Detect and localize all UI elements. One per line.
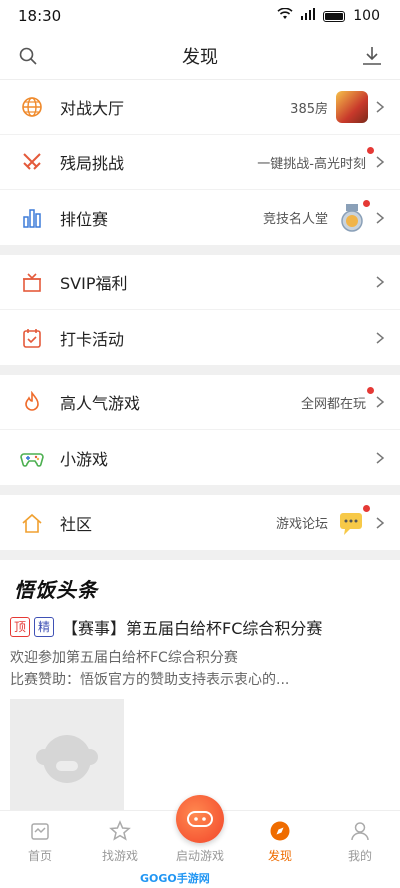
notification-dot [363, 199, 370, 207]
tab-label: 首页 [27, 849, 52, 863]
home-icon [20, 511, 44, 535]
menu-group-popular: 高人气游戏 全网都在玩 小游戏 [0, 375, 400, 485]
search-icon[interactable] [16, 44, 40, 68]
news-desc: 比赛赞助：悟饭官方的赞助支持表示衷心的... [10, 672, 290, 688]
news-article[interactable]: 顶 精 【赛事】第五届白给杯FC综合积分赛 [10, 615, 390, 639]
tab-me[interactable]: 我的 [330, 819, 390, 864]
section-divider [0, 550, 400, 560]
chevron-right-icon [374, 516, 386, 529]
chevron-right-icon [374, 451, 386, 464]
chevron-right-icon [374, 396, 386, 408]
medal-icon [336, 199, 370, 234]
watermark-logo: GOGO手游网 [140, 872, 210, 885]
tab-label: 发现 [267, 849, 292, 863]
tab-find-games[interactable]: 找游戏 [90, 819, 150, 864]
star-icon [108, 819, 132, 843]
tab-discover[interactable]: 发现 [250, 819, 310, 864]
tab-label: 我的 [347, 849, 372, 863]
chat-bubble-icon [336, 504, 370, 539]
notification-dot [367, 386, 374, 394]
news-section: 悟饭头条 顶 精 【赛事】第五届白给杯FC综合积分赛 欢迎参加第五届白给杯FC综… [0, 560, 400, 813]
tab-label: 启动游戏 [175, 849, 224, 863]
status-bar: 18:30 100 [0, 0, 400, 32]
bottom-tab-bar: 首页 找游戏 启动游戏 发现 我的 GOGO手游网 [0, 795, 400, 888]
menu-item-svip[interactable]: SVIP福利 [0, 255, 400, 310]
menu-group-games: 对战大厅 385房 残局挑战 一键挑战-高光时刻 排位赛 竞技名人堂 [0, 80, 400, 245]
menu-item-label: 排位赛 [60, 209, 109, 229]
menu-item-sub: 竞技名人堂 [262, 212, 328, 227]
menu-item-community[interactable]: 社区 游戏论坛 [0, 495, 400, 550]
battery-level: 100 [353, 8, 380, 24]
chevron-right-icon [374, 101, 386, 113]
menu-item-sub-wrap: 全网都在玩 [300, 386, 374, 412]
menu-item-sub: 385房 [290, 101, 328, 117]
menu-item-sub: 一键挑战-高光时刻 [257, 156, 366, 172]
page-header: 发现 [0, 32, 400, 80]
menu-item-label: 残局挑战 [60, 154, 125, 173]
menu-item-popular-games[interactable]: 高人气游戏 全网都在玩 [0, 375, 400, 430]
status-time: 18:30 [18, 7, 62, 25]
menu-item-sub: 全网都在玩 [300, 396, 366, 412]
home-tab-icon [28, 819, 52, 843]
menu-item-sub-wrap: 一键挑战-高光时刻 [257, 146, 374, 172]
section-divider [0, 245, 400, 255]
notification-dot [363, 504, 370, 512]
battery-icon [323, 10, 346, 22]
menu-group-benefits: SVIP福利 打卡活动 [0, 255, 400, 365]
menu-item-label: SVIP福利 [60, 274, 128, 293]
tab-launch-game[interactable]: 启动游戏 [170, 795, 230, 864]
compass-icon [268, 819, 292, 843]
wifi-icon [277, 7, 293, 24]
menu-group-community: 社区 游戏论坛 [0, 495, 400, 550]
chevron-right-icon [374, 211, 386, 224]
menu-item-label: 高人气游戏 [60, 394, 141, 413]
flame-icon [20, 390, 44, 414]
pinned-tag: 顶 [10, 617, 31, 637]
menu-item-mini-games[interactable]: 小游戏 [0, 430, 400, 485]
download-icon[interactable] [360, 44, 384, 68]
section-divider [0, 485, 400, 495]
news-desc: 欢迎参加第五届白给杯FC综合积分赛 [10, 650, 238, 666]
bar-chart-icon [20, 206, 44, 230]
crossed-swords-icon [20, 150, 44, 174]
user-icon [348, 819, 372, 843]
chevron-right-icon [374, 156, 386, 168]
menu-item-checkin[interactable]: 打卡活动 [0, 310, 400, 365]
tab-label: 找游戏 [101, 849, 138, 863]
gamepad-icon [20, 446, 44, 470]
featured-tag: 精 [34, 617, 55, 637]
section-divider [0, 365, 400, 375]
launch-game-button[interactable] [176, 795, 224, 843]
menu-item-battle-hall[interactable]: 对战大厅 385房 [0, 80, 400, 135]
news-image-placeholder[interactable] [10, 699, 124, 813]
chevron-right-icon [374, 331, 386, 344]
news-logo: 悟饭头条 [14, 578, 98, 602]
signal-icon [301, 8, 316, 24]
chevron-right-icon [374, 276, 386, 288]
notification-dot [367, 146, 374, 154]
menu-item-ranked[interactable]: 排位赛 竞技名人堂 [0, 190, 400, 245]
page-title: 发现 [182, 46, 218, 68]
news-title[interactable]: 【赛事】第五届白给杯FC综合积分赛 [62, 615, 322, 639]
game-thumbnail [336, 91, 368, 123]
tab-home[interactable]: 首页 [10, 819, 70, 864]
menu-item-label: 社区 [60, 514, 93, 534]
globe-icon [20, 95, 44, 119]
menu-item-endgame-challenge[interactable]: 残局挑战 一键挑战-高光时刻 [0, 135, 400, 190]
menu-item-label: 对战大厅 [60, 99, 125, 118]
menu-item-sub: 游戏论坛 [275, 517, 328, 532]
calendar-check-icon [20, 326, 44, 350]
gift-icon [20, 270, 44, 294]
menu-item-label: 小游戏 [60, 449, 109, 469]
status-icons: 100 [277, 7, 380, 24]
menu-item-label: 打卡活动 [60, 329, 125, 349]
